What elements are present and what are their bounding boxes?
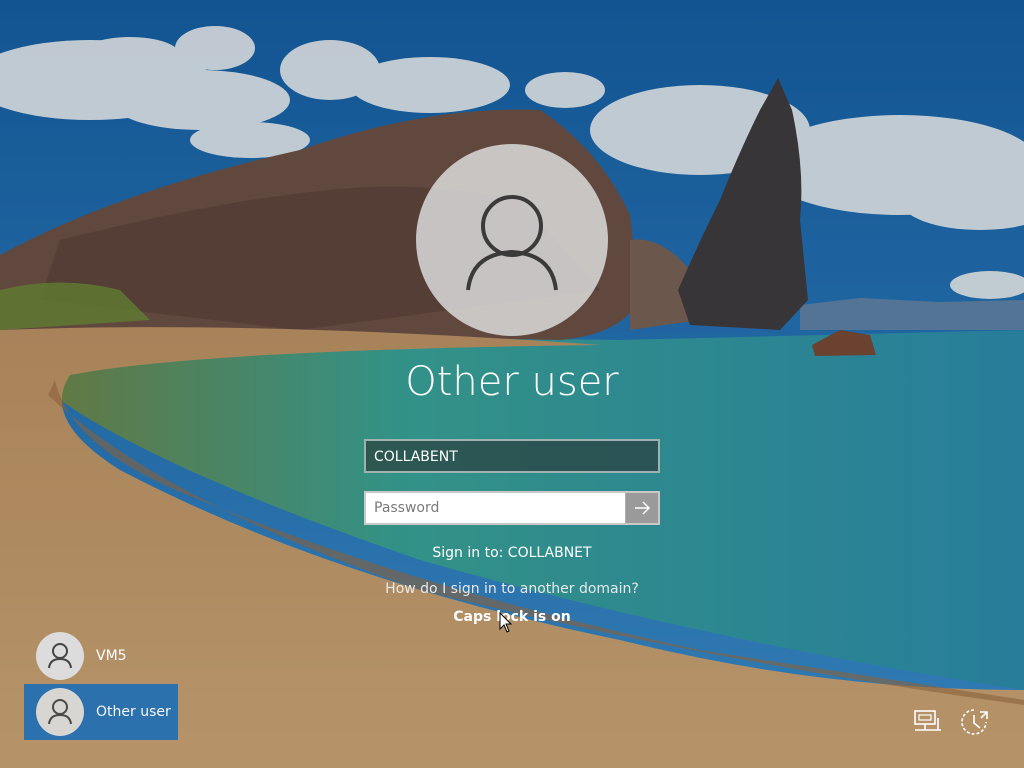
sign-in-domain-text: Sign in to: COLLABNET [432, 545, 592, 561]
network-icon [914, 710, 941, 731]
username-value: COLLABENT [374, 449, 458, 465]
user-tile-other-user[interactable]: Other user [24, 684, 178, 740]
password-field-container [364, 491, 660, 525]
user-tile-label: VM5 [96, 648, 127, 664]
user-tile-vm5[interactable]: VM5 [24, 628, 178, 684]
user-tile-label: Other user [96, 704, 171, 720]
user-silhouette-icon [466, 195, 558, 291]
network-button[interactable] [910, 704, 946, 740]
account-title: Other user [405, 359, 619, 405]
arrow-right-icon [635, 501, 651, 515]
avatar [36, 632, 84, 680]
user-avatar-large [416, 144, 608, 336]
mouse-cursor-icon [499, 612, 513, 633]
user-icon [48, 643, 72, 669]
ease-of-access-button[interactable] [956, 704, 992, 740]
other-domain-link[interactable]: How do I sign in to another domain? [262, 580, 762, 598]
avatar [36, 688, 84, 736]
password-input[interactable] [366, 493, 628, 523]
submit-button[interactable] [625, 493, 658, 523]
username-field[interactable]: COLLABENT [364, 439, 660, 473]
user-icon [48, 699, 72, 725]
ease-of-access-icon [961, 709, 988, 735]
